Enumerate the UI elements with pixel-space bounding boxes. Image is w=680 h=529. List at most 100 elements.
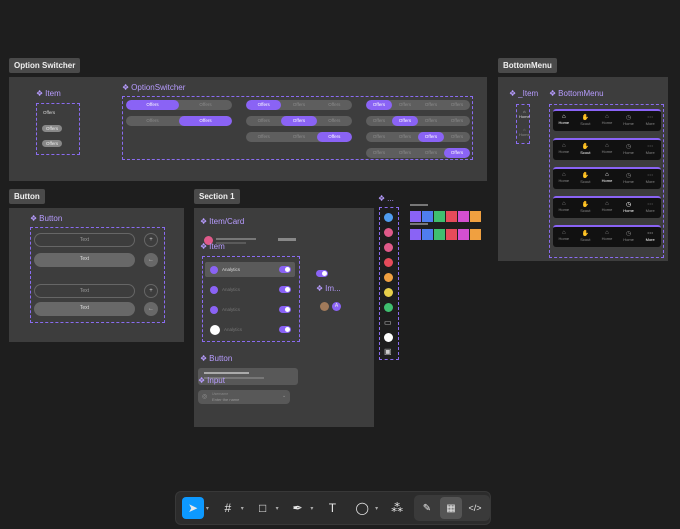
comment-tool[interactable]: ◯ [351, 497, 373, 519]
item-component-label-2[interactable]: ❖ Item [200, 242, 225, 251]
code-tool[interactable]: </> [464, 497, 486, 519]
toggle-switch[interactable] [279, 326, 291, 333]
item-variant-default: Offers [43, 110, 56, 115]
button-component-label-2[interactable]: ❖ Button [200, 354, 232, 363]
toggle-switch[interactable] [279, 286, 291, 293]
more-icon: ⋯ [647, 173, 654, 179]
bm-home-2[interactable]: ⌂ Home [596, 227, 618, 247]
bm-scout[interactable]: ✋ Scout [575, 227, 597, 247]
button-tag[interactable]: Button [9, 189, 45, 204]
yellow-badge-icon [384, 288, 393, 297]
icons-component-label[interactable]: ❖... [378, 194, 394, 203]
bm-scout[interactable]: ✋ Scout [575, 169, 597, 189]
list-item-4[interactable]: Analytics [205, 322, 295, 337]
bottom-menu-variant-5[interactable]: ⌂ Home ✋ Scout ⌂ Home ◷ Home ⋯ More [553, 225, 661, 247]
draw-tool[interactable]: ✎ [416, 497, 438, 519]
list-item-1[interactable]: Analytics [205, 262, 295, 277]
text-button-outline-2[interactable]: Text [34, 284, 135, 298]
pen-tool[interactable]: ✒ [287, 497, 309, 519]
input-component-label[interactable]: ❖ Input [198, 376, 225, 385]
image-component-label[interactable]: ❖ Im... [316, 284, 341, 293]
bm-home[interactable]: ⌂ Home [553, 140, 575, 160]
bottom-menu-variant-1[interactable]: ⌂ Home ✋ Scout ⌂ Home ◷ Home ⋯ More [553, 109, 661, 131]
bm-more[interactable]: ⋯ More [639, 198, 661, 218]
section1-tag[interactable]: Section 1 [194, 189, 240, 204]
arrow-icon-button-filled-2[interactable]: ← [144, 302, 158, 316]
bm-home-3[interactable]: ◷ Home [618, 227, 640, 247]
toggle-preview [316, 270, 330, 278]
chevron-down-icon[interactable]: ▾ [206, 505, 209, 512]
add-icon-button-outline[interactable]: + [144, 233, 158, 247]
button-frame[interactable]: ❖ Button Text + Text ← Text + Text ← [9, 208, 184, 342]
toggle-switch[interactable] [316, 270, 328, 277]
bm-item-component-label[interactable]: ❖ _Item [509, 89, 538, 98]
shape-tool[interactable]: □ [252, 497, 274, 519]
bm-home-3[interactable]: ◷ Home [618, 140, 640, 160]
switcher-2-b[interactable]: Offers Offers [126, 116, 232, 126]
swatch-purple [410, 211, 421, 222]
chevron-down-icon[interactable]: ▾ [276, 505, 279, 512]
bm-home-2[interactable]: ⌂ Home [596, 169, 618, 189]
button-component-label[interactable]: ❖ Button [30, 214, 62, 223]
bm-home[interactable]: ⌂ Home [553, 169, 575, 189]
actions-tool[interactable]: ⁂ [386, 497, 408, 519]
bm-scout[interactable]: ✋ Scout [575, 140, 597, 160]
red-badge-icon [384, 258, 393, 267]
switcher-4-b[interactable]: Offers Offers Offers Offers [366, 116, 470, 126]
device-icon: ▣ [384, 347, 392, 356]
list-item-3[interactable]: Analytics [205, 302, 295, 317]
switcher-3-b[interactable]: Offers Offers Offers [246, 116, 352, 126]
toggle-switch[interactable] [279, 266, 291, 273]
analytics-icon [210, 285, 218, 294]
bm-scout[interactable]: ✋ Scout [575, 198, 597, 218]
item-card-component-label[interactable]: ❖ Item/Card [200, 217, 244, 226]
text-button-filled-2[interactable]: Text [34, 302, 135, 316]
text-button-filled[interactable]: Text [34, 253, 135, 267]
bm-more[interactable]: ⋯ More [639, 140, 661, 160]
bm-home[interactable]: ⌂ Home [553, 227, 575, 247]
bm-more[interactable]: ⋯ More [639, 227, 661, 247]
switcher-2-a[interactable]: Offers Offers [126, 100, 232, 110]
list-item-2[interactable]: Analytics [205, 282, 295, 297]
text-button-outline[interactable]: Text [34, 233, 135, 247]
bm-home[interactable]: ⌂ Home [553, 111, 575, 131]
bm-home[interactable]: ⌂ Home [553, 198, 575, 218]
bm-more[interactable]: ⋯ More [639, 169, 661, 189]
toggle-switch[interactable] [279, 306, 291, 313]
option-switcher-tag[interactable]: Option Switcher [9, 58, 81, 73]
bottom-menu-tag[interactable]: BottomMenu [498, 58, 557, 73]
dev-mode-tool[interactable]: ▦ [439, 497, 462, 519]
arrow-icon-button-filled[interactable]: ← [144, 253, 158, 267]
name-input-field[interactable]: ◎ Username Enter the name ⌄ [198, 390, 290, 404]
bm-home-3[interactable]: ◷ Home [618, 169, 640, 189]
item-component-label[interactable]: ❖ Item [36, 89, 61, 98]
bm-home-3[interactable]: ◷ Home [618, 111, 640, 131]
bm-home-2[interactable]: ⌂ Home [596, 140, 618, 160]
bm-more[interactable]: ⋯ More [639, 111, 661, 131]
bottom-menu-component-label[interactable]: ❖ BottomMenu [549, 89, 604, 98]
switcher-4-a[interactable]: Offers Offers Offers Offers [366, 100, 470, 110]
text-tool[interactable]: T [321, 497, 343, 519]
section1-frame[interactable]: ❖ Item/Card ❖ Item Analytics Analytics Ana… [194, 208, 374, 427]
switcher-3-c[interactable]: Offers Offers Offers [246, 132, 352, 142]
add-icon-button-outline-2[interactable]: + [144, 284, 158, 298]
option-switcher-frame[interactable]: ❖ Item Offers Offers Offers ❖ OptionSwitch… [9, 77, 487, 181]
switcher-4-c[interactable]: Offers Offers Offers Offers [366, 132, 470, 142]
option-switcher-component-label[interactable]: ❖ OptionSwitcher [122, 83, 185, 92]
move-tool[interactable]: ➤ [182, 497, 204, 519]
bm-scout[interactable]: ✋ Scout [575, 111, 597, 131]
frame-tool[interactable]: # [217, 497, 239, 519]
bottom-menu-variant-4[interactable]: ⌂ Home ✋ Scout ⌂ Home ◷ Home ⋯ More [553, 196, 661, 218]
bm-home-2[interactable]: ⌂ Home [596, 198, 618, 218]
bm-home-3[interactable]: ◷ Home [618, 198, 640, 218]
chevron-down-icon[interactable]: ▾ [241, 505, 244, 512]
bm-home-2[interactable]: ⌂ Home [596, 111, 618, 131]
chevron-down-icon[interactable]: ▾ [310, 505, 313, 512]
switcher-4-d[interactable]: Offers Offers Offers Offers [366, 148, 470, 158]
switcher-3-a[interactable]: Offers Offers Offers [246, 100, 352, 110]
bottom-menu-variant-3[interactable]: ⌂ Home ✋ Scout ⌂ Home ◷ Home ⋯ More [553, 167, 661, 189]
hand-icon: ✋ [581, 202, 590, 208]
chevron-down-icon[interactable]: ▾ [375, 505, 378, 512]
swatch-green [434, 229, 445, 240]
bottom-menu-variant-2[interactable]: ⌂ Home ✋ Scout ⌂ Home ◷ Home ⋯ More [553, 138, 661, 160]
